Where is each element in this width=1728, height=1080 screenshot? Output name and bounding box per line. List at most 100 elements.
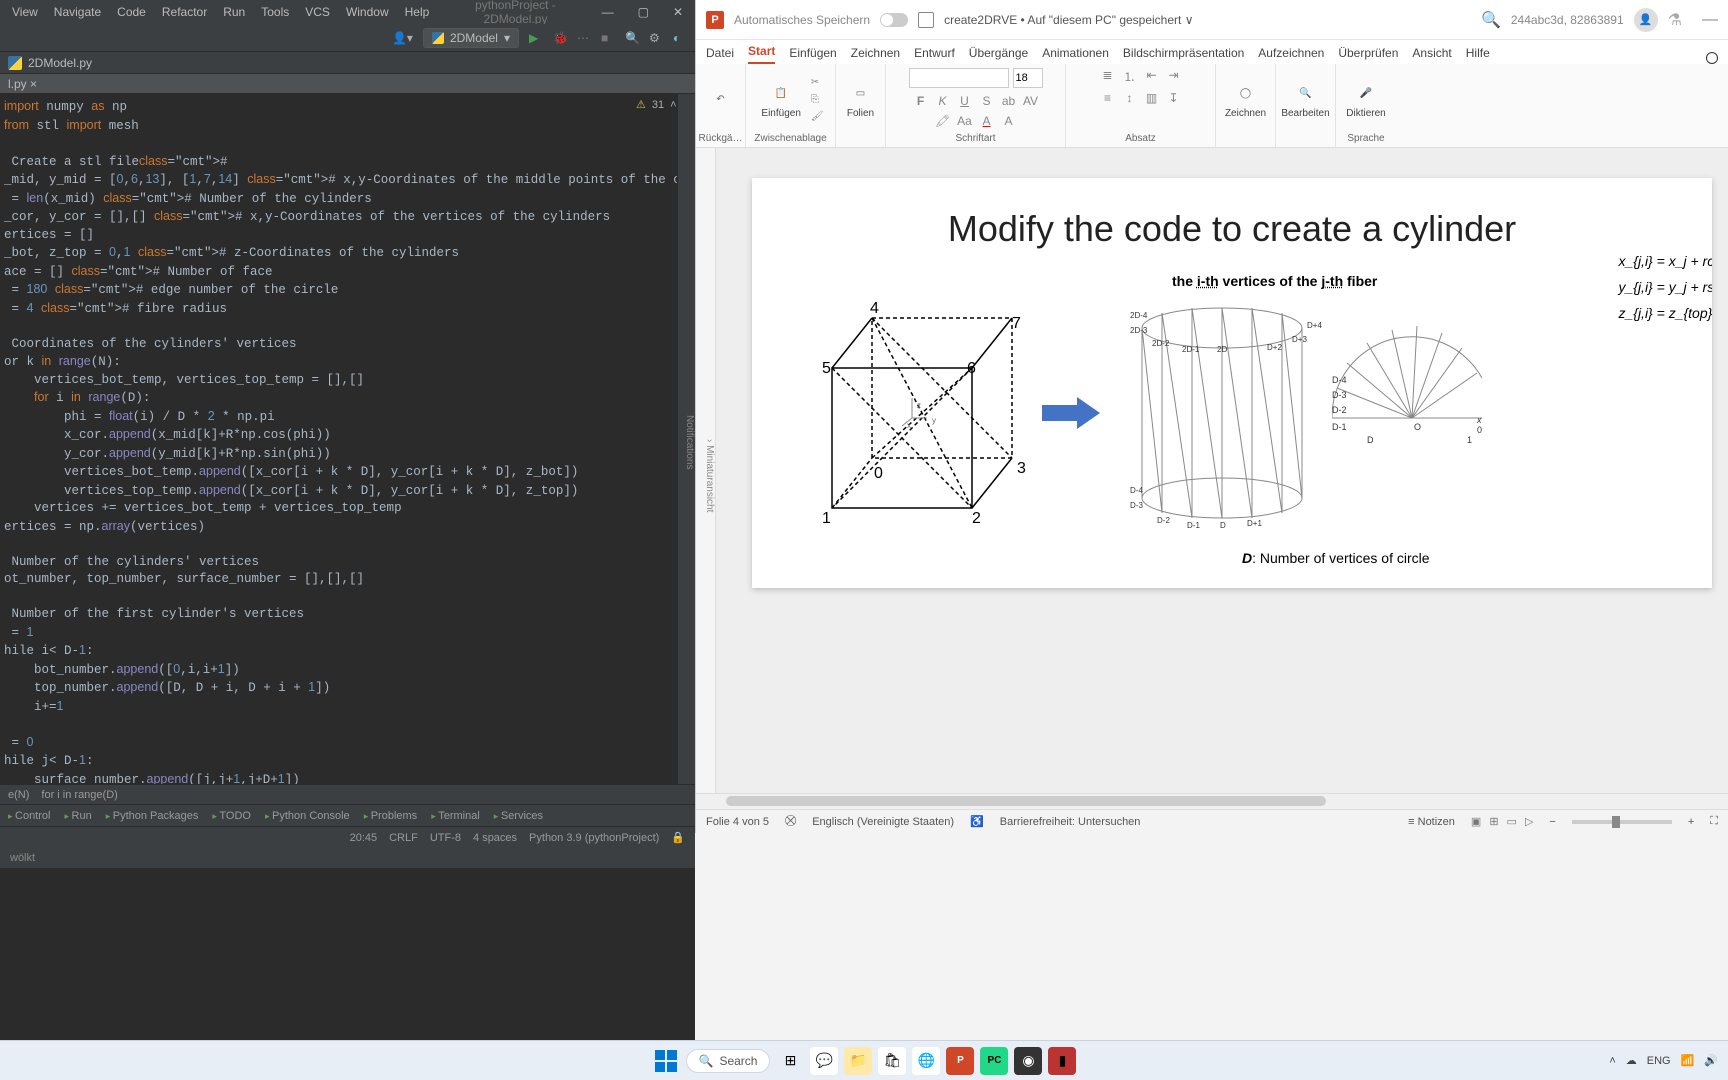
accessibility-status[interactable]: Barrierefreiheit: Untersuchen — [1000, 816, 1141, 828]
zoom-in-icon[interactable]: + — [1688, 816, 1694, 828]
onedrive-icon[interactable]: ☁ — [1626, 1054, 1637, 1067]
line-separator[interactable]: CRLF — [389, 832, 418, 844]
menu-window[interactable]: Window — [340, 3, 395, 21]
cut-icon[interactable]: ✂ — [811, 77, 824, 88]
menu-help[interactable]: Help — [399, 3, 436, 21]
d-label[interactable]: D: Number of vertices of circle — [1242, 550, 1430, 566]
tab-start[interactable]: Start — [748, 44, 775, 64]
reading-view-icon[interactable]: ▭ — [1507, 815, 1517, 828]
equations[interactable]: x_{j,i} = x_j + rco y_{j,i} = y_j + rsi … — [1618, 248, 1712, 326]
line-spacing-icon[interactable]: ↕ — [1122, 91, 1138, 105]
close-icon[interactable]: ✕ — [667, 3, 689, 21]
zoom-out-icon[interactable]: − — [1549, 816, 1555, 828]
minimize-icon[interactable]: — — [1702, 11, 1718, 29]
tool-python-packages[interactable]: Python Packages — [106, 810, 199, 822]
align-left-icon[interactable]: ≡ — [1100, 91, 1116, 105]
settings-icon[interactable]: ⚙ — [649, 31, 663, 45]
start-button[interactable] — [652, 1047, 680, 1075]
tab-aufzeichnen[interactable]: Aufzeichnen — [1258, 46, 1324, 64]
dictate-button[interactable]: 🎤Diktieren — [1342, 78, 1389, 121]
edit-button[interactable]: 🔍Bearbeiten — [1277, 78, 1333, 121]
text-direction-icon[interactable]: ↧ — [1166, 91, 1182, 105]
tab-entwurf[interactable]: Entwurf — [914, 46, 955, 64]
pycharm-icon[interactable]: PC — [980, 1047, 1008, 1075]
breadcrumb-item[interactable]: for i in range(D) — [41, 789, 117, 801]
interpreter[interactable]: Python 3.9 (pythonProject) — [529, 832, 659, 844]
slide[interactable]: Modify the code to create a cylinder the… — [752, 178, 1712, 588]
tool-problems[interactable]: Problems — [364, 810, 418, 822]
format-painter-icon[interactable]: 🖌 — [811, 111, 824, 122]
slide-counter[interactable]: Folie 4 von 5 — [706, 816, 769, 828]
shadow-icon[interactable]: ab — [1001, 94, 1017, 108]
italic-icon[interactable]: K — [935, 94, 951, 108]
code-editor[interactable]: import numpy as np from stl import mesh … — [0, 94, 695, 784]
underline-icon[interactable]: U — [957, 94, 973, 108]
tab-einfuegen[interactable]: Einfügen — [789, 46, 836, 64]
copy-icon[interactable]: ⎘ — [811, 94, 824, 105]
notes-button[interactable]: ≡ Notizen — [1408, 816, 1455, 828]
new-slide-button[interactable]: ▭Folien — [843, 78, 878, 121]
taskbar-search[interactable]: 🔍 Search — [686, 1049, 771, 1073]
numbering-icon[interactable]: ⒈ — [1122, 68, 1138, 85]
debug-icon[interactable]: 🐞 — [553, 31, 567, 45]
accessibility-icon[interactable]: ♿ — [970, 815, 984, 828]
fit-window-icon[interactable]: ⛶ — [1710, 815, 1718, 828]
chevron-up-icon[interactable]: ˄ — [1609, 1055, 1615, 1067]
thumbnail-pane-collapsed[interactable]: › Miniaturansicht — [696, 148, 716, 793]
breadcrumb-item[interactable]: e(N) — [8, 789, 29, 801]
menu-run[interactable]: Run — [217, 3, 251, 21]
tool-version-control[interactable]: Control — [8, 810, 51, 822]
slideshow-view-icon[interactable]: ▷ — [1525, 815, 1533, 828]
menu-navigate[interactable]: Navigate — [48, 3, 107, 21]
editor-tab[interactable]: 2DModel.py — [0, 52, 695, 74]
notifications-stripe[interactable]: Notifications — [677, 94, 695, 784]
clear-format-icon[interactable]: A — [1001, 114, 1017, 128]
maximize-icon[interactable]: ▢ — [632, 3, 655, 21]
bullets-icon[interactable]: ≣ — [1100, 68, 1116, 85]
accessibility-lang-icon[interactable]: ⛒ — [785, 815, 796, 828]
tab-ansicht[interactable]: Ansicht — [1412, 46, 1451, 64]
run-more-icon[interactable]: ⋯ — [577, 31, 591, 45]
indent-inc-icon[interactable]: ⇥ — [1166, 68, 1182, 85]
scrollbar-thumb[interactable] — [726, 796, 1326, 806]
user-avatar[interactable]: 👤 — [1634, 8, 1658, 32]
run-config-selector[interactable]: 2DModel ▾ — [423, 28, 519, 48]
tool-python-console[interactable]: Python Console — [265, 810, 350, 822]
code-with-me-icon[interactable]: ◐ — [673, 31, 687, 45]
slide-subtitle[interactable]: the i-th vertices of the j-th fiber — [1172, 273, 1377, 289]
teams-icon[interactable]: 💬 — [810, 1047, 838, 1075]
slide-canvas[interactable]: Modify the code to create a cylinder the… — [716, 148, 1728, 793]
slide-title[interactable]: Modify the code to create a cylinder — [792, 208, 1672, 250]
strike-icon[interactable]: S — [979, 94, 995, 108]
font-family-input[interactable] — [909, 68, 1009, 88]
horizontal-scrollbar[interactable] — [696, 793, 1728, 809]
tab-datei[interactable]: Datei — [706, 46, 734, 64]
menu-tools[interactable]: Tools — [255, 3, 295, 21]
run-icon[interactable]: ▶ — [529, 31, 543, 45]
wifi-icon[interactable]: 📶 — [1681, 1054, 1695, 1067]
store-icon[interactable]: 🛍 — [878, 1047, 906, 1075]
volume-icon[interactable]: 🔊 — [1704, 1054, 1718, 1067]
cursor-position[interactable]: 20:45 — [350, 832, 378, 844]
columns-icon[interactable]: ▥ — [1144, 91, 1160, 105]
case-icon[interactable]: Aa — [957, 114, 973, 128]
obs-icon[interactable]: ◉ — [1014, 1047, 1042, 1075]
tool-todo[interactable]: TODO — [212, 810, 251, 822]
autosave-toggle[interactable] — [880, 13, 908, 27]
sorter-view-icon[interactable]: ⊞ — [1489, 815, 1498, 828]
tab-zeichnen[interactable]: Zeichnen — [851, 46, 900, 64]
save-icon[interactable] — [918, 12, 934, 28]
language-indicator[interactable]: ENG — [1647, 1055, 1671, 1067]
font-color-icon[interactable]: A — [979, 114, 995, 128]
inner-tab[interactable]: l.py × — [0, 74, 695, 94]
menu-code[interactable]: Code — [111, 3, 152, 21]
powerpoint-icon[interactable]: P — [946, 1047, 974, 1075]
coming-soon-icon[interactable]: ⚗ — [1668, 10, 1682, 30]
stop-icon[interactable]: ■ — [601, 31, 615, 45]
zoom-slider[interactable] — [1572, 820, 1672, 824]
search-icon[interactable]: 🔍 — [625, 31, 639, 45]
paste-button[interactable]: 📋Einfügen — [757, 78, 804, 121]
tool-services[interactable]: Services — [494, 810, 543, 822]
file-encoding[interactable]: UTF-8 — [430, 832, 461, 844]
menu-vcs[interactable]: VCS — [299, 3, 336, 21]
